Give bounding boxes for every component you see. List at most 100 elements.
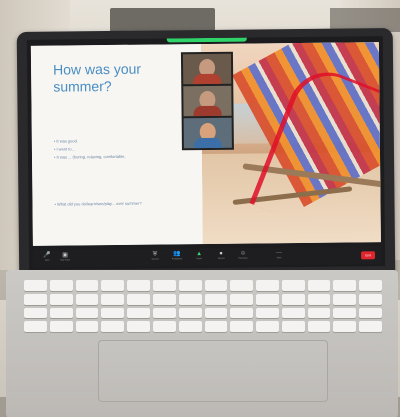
keyboard-key[interactable]: [204, 321, 228, 332]
share-button[interactable]: ▲ Share: [193, 251, 205, 263]
presentation-slide: How was your summer? It was good. I went…: [30, 42, 381, 246]
keyboard-key[interactable]: [101, 293, 125, 305]
keyboard-key[interactable]: [49, 280, 73, 291]
participants-button[interactable]: 👥 Participants: [171, 251, 183, 263]
meeting-toolbar: 🎤 Mute ▣ Stop Video ⛨ Security 👥 Partici…: [32, 246, 382, 268]
keyboard-key[interactable]: [204, 280, 228, 291]
keyboard-key[interactable]: [230, 321, 254, 332]
keyboard-key[interactable]: [307, 280, 331, 291]
reactions-icon: ☺: [239, 250, 247, 257]
keyboard-key[interactable]: [101, 307, 125, 319]
keyboard-key[interactable]: [230, 293, 254, 305]
slide-bullets: It was good. I went to... It was ... (bo…: [54, 136, 194, 161]
keyboard-key[interactable]: [152, 293, 176, 305]
keyboard-key[interactable]: [178, 293, 202, 305]
keyboard-key[interactable]: [127, 280, 150, 291]
keyboard-key[interactable]: [333, 280, 357, 291]
more-icon: ⋯: [276, 250, 283, 257]
participant-video-tile[interactable]: [183, 117, 232, 149]
participant-body: [193, 137, 222, 149]
keyboard-key[interactable]: [307, 293, 331, 305]
keyboard-key[interactable]: [178, 307, 202, 319]
keyboard-key[interactable]: [359, 321, 382, 332]
keyboard-key[interactable]: [75, 280, 99, 291]
mic-button[interactable]: 🎤 Mute: [41, 253, 53, 265]
keyboard-key[interactable]: [256, 280, 279, 291]
keyboard-key[interactable]: [230, 307, 254, 319]
participant-video-tile[interactable]: [182, 53, 232, 85]
keyboard-key[interactable]: [204, 307, 228, 319]
keyboard-key[interactable]: [152, 307, 176, 319]
keyboard-key[interactable]: [307, 321, 331, 332]
keyboard-key[interactable]: [75, 293, 99, 305]
end-meeting-button[interactable]: End: [361, 251, 376, 260]
keyboard-key[interactable]: [101, 321, 125, 332]
security-label: Security: [151, 258, 159, 261]
keyboard-key[interactable]: [256, 293, 279, 305]
keyboard-key[interactable]: [256, 321, 279, 332]
video-label: Stop Video: [60, 259, 70, 262]
keyboard-key[interactable]: [359, 293, 382, 305]
keyboard-key[interactable]: [178, 321, 202, 332]
room-background: How was your summer? It was good. I went…: [0, 0, 400, 417]
share-label: Share: [196, 258, 202, 261]
record-icon: ●: [219, 250, 223, 257]
reactions-button[interactable]: ☺ Reactions: [237, 251, 249, 263]
keyboard-key[interactable]: [333, 307, 357, 319]
participant-video-tile[interactable]: [183, 85, 232, 117]
slide-question: What did you do/learn/see/play... over s…: [54, 200, 199, 208]
keyboard-key[interactable]: [101, 280, 125, 291]
laptop-screen: How was your summer? It was good. I went…: [26, 36, 386, 270]
keyboard-key[interactable]: [333, 293, 357, 305]
keyboard-key[interactable]: [127, 293, 150, 305]
keyboard-key[interactable]: [49, 307, 73, 319]
keyboard-key[interactable]: [333, 321, 357, 332]
keyboard-key[interactable]: [24, 280, 47, 291]
participants-label: Participants: [171, 258, 183, 261]
video-button[interactable]: ▣ Stop Video: [59, 252, 71, 264]
keyboard-key[interactable]: [230, 280, 254, 291]
keyboard: [24, 280, 382, 332]
laptop-lid: How was your summer? It was good. I went…: [16, 28, 396, 282]
mic-label: Mute: [44, 259, 50, 262]
participant-body: [193, 105, 222, 117]
record-button[interactable]: ● Record: [215, 251, 227, 263]
keyboard-key[interactable]: [24, 321, 47, 332]
keyboard-key[interactable]: [127, 321, 150, 332]
slide-text-panel: How was your summer? It was good. I went…: [30, 44, 203, 246]
keyboard-key[interactable]: [152, 321, 176, 332]
keyboard-key[interactable]: [49, 293, 73, 305]
keyboard-key[interactable]: [359, 280, 382, 291]
keyboard-key[interactable]: [24, 307, 47, 319]
keyboard-key[interactable]: [307, 307, 331, 319]
slide-bullet: It was ... (boring, relaxing, comfortabl…: [54, 152, 194, 161]
camera-indicator: [166, 37, 247, 43]
keyboard-key[interactable]: [256, 307, 279, 319]
keyboard-key[interactable]: [127, 307, 150, 319]
more-label: More: [276, 257, 282, 260]
more-button[interactable]: ⋯ More: [273, 250, 285, 262]
keyboard-key[interactable]: [281, 293, 305, 305]
security-icon: ⛨: [152, 251, 158, 258]
camera-icon: ▣: [62, 252, 68, 259]
keyboard-key[interactable]: [281, 280, 305, 291]
record-label: Record: [217, 257, 225, 260]
keyboard-key[interactable]: [204, 293, 228, 305]
keyboard-key[interactable]: [75, 307, 99, 319]
participant-video-strip[interactable]: [180, 51, 234, 151]
security-button[interactable]: ⛨ Security: [149, 251, 161, 263]
keyboard-key[interactable]: [152, 280, 176, 291]
keyboard-key[interactable]: [49, 321, 73, 332]
keyboard-key[interactable]: [24, 293, 47, 305]
trackpad[interactable]: [98, 340, 328, 402]
mic-icon: 🎤: [43, 252, 51, 259]
keyboard-key[interactable]: [178, 280, 202, 291]
keyboard-key[interactable]: [75, 321, 99, 332]
laptop-base: [6, 270, 398, 417]
keyboard-key[interactable]: [359, 307, 382, 319]
participant-body: [193, 73, 222, 85]
keyboard-key[interactable]: [281, 307, 305, 319]
keyboard-key[interactable]: [281, 321, 305, 332]
slide-title: How was your summer?: [53, 60, 142, 95]
reactions-label: Reactions: [238, 257, 248, 260]
